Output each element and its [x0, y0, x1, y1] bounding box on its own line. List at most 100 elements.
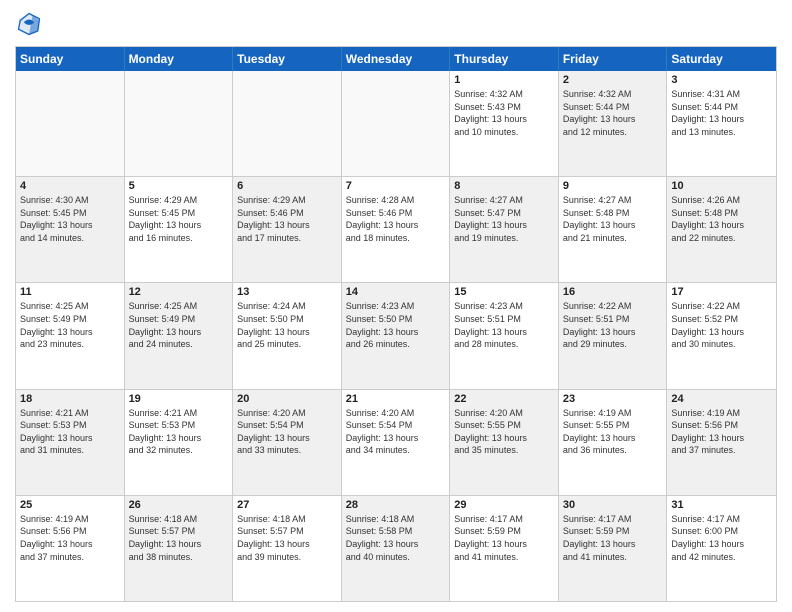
logo — [15, 10, 47, 38]
cell-date: 5 — [129, 180, 229, 192]
calendar-cell: 1 Sunrise: 4:32 AM Sunset: 5:43 PM Daylig… — [450, 71, 559, 176]
cell-info: Sunrise: 4:22 AM Sunset: 5:51 PM Dayligh… — [563, 300, 663, 350]
calendar-row-5: 25 Sunrise: 4:19 AM Sunset: 5:56 PM Dayli… — [16, 496, 776, 601]
cell-date: 3 — [671, 74, 772, 86]
cell-date: 26 — [129, 499, 229, 511]
calendar-header: SundayMondayTuesdayWednesdayThursdayFrid… — [16, 47, 776, 71]
cell-date: 30 — [563, 499, 663, 511]
cell-info: Sunrise: 4:20 AM Sunset: 5:55 PM Dayligh… — [454, 407, 554, 457]
cell-info: Sunrise: 4:29 AM Sunset: 5:45 PM Dayligh… — [129, 194, 229, 244]
calendar-cell — [16, 71, 125, 176]
cell-info: Sunrise: 4:29 AM Sunset: 5:46 PM Dayligh… — [237, 194, 337, 244]
cell-date: 29 — [454, 499, 554, 511]
cell-date: 13 — [237, 286, 337, 298]
logo-icon — [15, 10, 43, 38]
day-header-wednesday: Wednesday — [342, 47, 451, 71]
calendar-cell: 11 Sunrise: 4:25 AM Sunset: 5:49 PM Dayli… — [16, 283, 125, 388]
cell-info: Sunrise: 4:31 AM Sunset: 5:44 PM Dayligh… — [671, 88, 772, 138]
cell-info: Sunrise: 4:30 AM Sunset: 5:45 PM Dayligh… — [20, 194, 120, 244]
calendar-cell: 2 Sunrise: 4:32 AM Sunset: 5:44 PM Daylig… — [559, 71, 668, 176]
cell-info: Sunrise: 4:18 AM Sunset: 5:57 PM Dayligh… — [129, 513, 229, 563]
cell-date: 23 — [563, 393, 663, 405]
calendar-cell: 4 Sunrise: 4:30 AM Sunset: 5:45 PM Daylig… — [16, 177, 125, 282]
cell-info: Sunrise: 4:21 AM Sunset: 5:53 PM Dayligh… — [129, 407, 229, 457]
calendar-cell — [125, 71, 234, 176]
cell-info: Sunrise: 4:27 AM Sunset: 5:47 PM Dayligh… — [454, 194, 554, 244]
cell-info: Sunrise: 4:22 AM Sunset: 5:52 PM Dayligh… — [671, 300, 772, 350]
day-header-monday: Monday — [125, 47, 234, 71]
calendar-cell: 12 Sunrise: 4:25 AM Sunset: 5:49 PM Dayli… — [125, 283, 234, 388]
calendar-cell: 28 Sunrise: 4:18 AM Sunset: 5:58 PM Dayli… — [342, 496, 451, 601]
cell-date: 21 — [346, 393, 446, 405]
cell-date: 16 — [563, 286, 663, 298]
day-header-tuesday: Tuesday — [233, 47, 342, 71]
calendar-cell: 16 Sunrise: 4:22 AM Sunset: 5:51 PM Dayli… — [559, 283, 668, 388]
calendar-cell: 17 Sunrise: 4:22 AM Sunset: 5:52 PM Dayli… — [667, 283, 776, 388]
day-header-thursday: Thursday — [450, 47, 559, 71]
cell-date: 1 — [454, 74, 554, 86]
calendar-row-3: 11 Sunrise: 4:25 AM Sunset: 5:49 PM Dayli… — [16, 283, 776, 389]
cell-date: 9 — [563, 180, 663, 192]
cell-info: Sunrise: 4:21 AM Sunset: 5:53 PM Dayligh… — [20, 407, 120, 457]
cell-info: Sunrise: 4:28 AM Sunset: 5:46 PM Dayligh… — [346, 194, 446, 244]
cell-info: Sunrise: 4:32 AM Sunset: 5:43 PM Dayligh… — [454, 88, 554, 138]
cell-info: Sunrise: 4:18 AM Sunset: 5:58 PM Dayligh… — [346, 513, 446, 563]
calendar-row-2: 4 Sunrise: 4:30 AM Sunset: 5:45 PM Daylig… — [16, 177, 776, 283]
cell-date: 17 — [671, 286, 772, 298]
cell-date: 7 — [346, 180, 446, 192]
calendar-cell — [233, 71, 342, 176]
cell-date: 25 — [20, 499, 120, 511]
cell-date: 8 — [454, 180, 554, 192]
calendar-cell: 20Sunrise: 4:20 AM Sunset: 5:54 PM Dayli… — [233, 390, 342, 495]
calendar-row-4: 18 Sunrise: 4:21 AM Sunset: 5:53 PM Dayli… — [16, 390, 776, 496]
calendar-cell: 22 Sunrise: 4:20 AM Sunset: 5:55 PM Dayli… — [450, 390, 559, 495]
cell-info: Sunrise: 4:26 AM Sunset: 5:48 PM Dayligh… — [671, 194, 772, 244]
calendar-cell: 7 Sunrise: 4:28 AM Sunset: 5:46 PM Daylig… — [342, 177, 451, 282]
cell-date: 22 — [454, 393, 554, 405]
calendar-cell: 21 Sunrise: 4:20 AM Sunset: 5:54 PM Dayli… — [342, 390, 451, 495]
cell-date: 11 — [20, 286, 120, 298]
calendar-cell: 13 Sunrise: 4:24 AM Sunset: 5:50 PM Dayli… — [233, 283, 342, 388]
day-header-saturday: Saturday — [667, 47, 776, 71]
cell-date: 27 — [237, 499, 337, 511]
calendar-cell: 9 Sunrise: 4:27 AM Sunset: 5:48 PM Daylig… — [559, 177, 668, 282]
cell-info: Sunrise: 4:23 AM Sunset: 5:51 PM Dayligh… — [454, 300, 554, 350]
cell-date: 12 — [129, 286, 229, 298]
calendar-row-1: 1 Sunrise: 4:32 AM Sunset: 5:43 PM Daylig… — [16, 71, 776, 177]
cell-date: 18 — [20, 393, 120, 405]
calendar-cell — [342, 71, 451, 176]
cell-date: 28 — [346, 499, 446, 511]
calendar-cell: 24 Sunrise: 4:19 AM Sunset: 5:56 PM Dayli… — [667, 390, 776, 495]
cell-info: Sunrise: 4:20 AM Sunset: 5:54 PM Dayligh… — [346, 407, 446, 457]
cell-info: Sunrise: 4:24 AM Sunset: 5:50 PM Dayligh… — [237, 300, 337, 350]
cell-info: Sunrise: 4:25 AM Sunset: 5:49 PM Dayligh… — [129, 300, 229, 350]
cell-info: Sunrise: 4:17 AM Sunset: 5:59 PM Dayligh… — [563, 513, 663, 563]
header — [15, 10, 777, 38]
cell-date: 10 — [671, 180, 772, 192]
calendar-cell: 14 Sunrise: 4:23 AM Sunset: 5:50 PM Dayli… — [342, 283, 451, 388]
cell-info: Sunrise: 4:19 AM Sunset: 5:56 PM Dayligh… — [671, 407, 772, 457]
calendar-cell: 10 Sunrise: 4:26 AM Sunset: 5:48 PM Dayli… — [667, 177, 776, 282]
cell-info: Sunrise: 4:17 AM Sunset: 5:59 PM Dayligh… — [454, 513, 554, 563]
cell-info: Sunrise: 4:19 AM Sunset: 5:56 PM Dayligh… — [20, 513, 120, 563]
cell-info: Sunrise: 4:20 AM Sunset: 5:54 PM Dayligh… — [237, 407, 337, 457]
cell-date: 14 — [346, 286, 446, 298]
calendar-cell: 15Sunrise: 4:23 AM Sunset: 5:51 PM Dayli… — [450, 283, 559, 388]
calendar-cell: 31Sunrise: 4:17 AM Sunset: 6:00 PM Dayli… — [667, 496, 776, 601]
cell-date: 2 — [563, 74, 663, 86]
cell-info: Sunrise: 4:25 AM Sunset: 5:49 PM Dayligh… — [20, 300, 120, 350]
cell-date: 4 — [20, 180, 120, 192]
calendar-cell: 18 Sunrise: 4:21 AM Sunset: 5:53 PM Dayli… — [16, 390, 125, 495]
cell-info: Sunrise: 4:23 AM Sunset: 5:50 PM Dayligh… — [346, 300, 446, 350]
cell-info: Sunrise: 4:32 AM Sunset: 5:44 PM Dayligh… — [563, 88, 663, 138]
calendar-cell: 3 Sunrise: 4:31 AM Sunset: 5:44 PM Daylig… — [667, 71, 776, 176]
calendar-cell: 30 Sunrise: 4:17 AM Sunset: 5:59 PM Dayli… — [559, 496, 668, 601]
calendar-cell: 19Sunrise: 4:21 AM Sunset: 5:53 PM Dayli… — [125, 390, 234, 495]
cell-info: Sunrise: 4:18 AM Sunset: 5:57 PM Dayligh… — [237, 513, 337, 563]
cell-info: Sunrise: 4:19 AM Sunset: 5:55 PM Dayligh… — [563, 407, 663, 457]
cell-date: 24 — [671, 393, 772, 405]
cell-info: Sunrise: 4:17 AM Sunset: 6:00 PM Dayligh… — [671, 513, 772, 563]
calendar-cell: 23 Sunrise: 4:19 AM Sunset: 5:55 PM Dayli… — [559, 390, 668, 495]
cell-date: 6 — [237, 180, 337, 192]
cell-info: Sunrise: 4:27 AM Sunset: 5:48 PM Dayligh… — [563, 194, 663, 244]
